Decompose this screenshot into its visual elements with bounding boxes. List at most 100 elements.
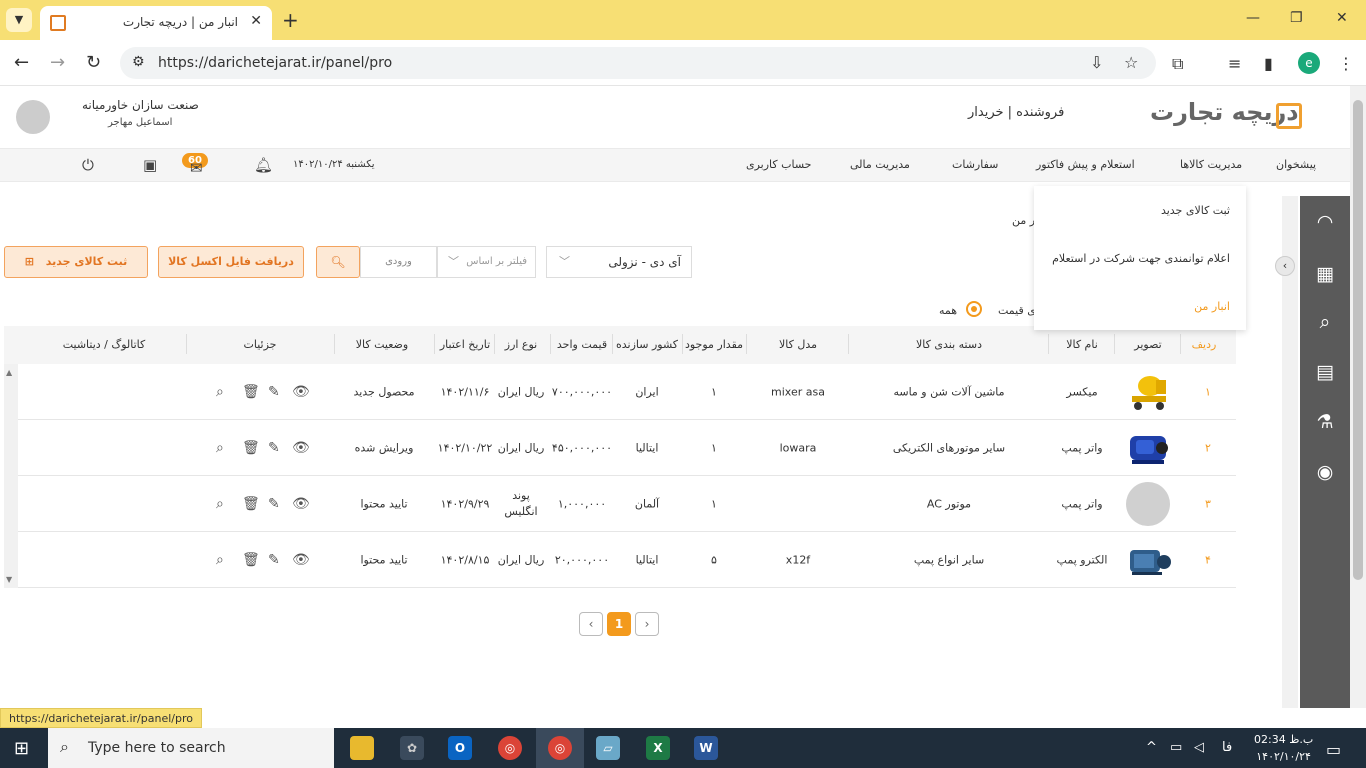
new-product-button[interactable]: ثبت کالای جدید ⊞ xyxy=(4,246,148,278)
inquiry-search-icon[interactable]: ⌕ xyxy=(216,440,224,456)
product-image-water-pump[interactable] xyxy=(1126,428,1172,468)
media-icon[interactable]: ≡ xyxy=(1228,54,1241,73)
scroll-down-icon[interactable]: ▼ xyxy=(6,575,12,584)
file-explorer-icon[interactable] xyxy=(350,736,374,760)
bookmark-star-icon[interactable]: ☆ xyxy=(1124,53,1138,72)
inquiry-icon[interactable]: ⌕ xyxy=(1313,310,1337,334)
power-icon[interactable]: ⏻ xyxy=(82,156,94,174)
view-eye-icon[interactable]: 👁︎ xyxy=(292,440,310,456)
tab-close-icon[interactable]: ✕ xyxy=(250,13,262,29)
dashboard-gauge-icon[interactable]: ◠ xyxy=(1313,210,1337,234)
pagination-prev[interactable]: ‹ xyxy=(579,612,603,636)
profile-avatar[interactable]: e xyxy=(1298,52,1320,74)
chat-icon[interactable]: ▣ xyxy=(143,156,157,174)
inquiry-search-icon[interactable]: ⌕ xyxy=(216,384,224,400)
reload-icon[interactable]: ↻ xyxy=(86,52,101,73)
dropdown-item-new-product[interactable]: ثبت کالای جدید xyxy=(1161,204,1230,217)
edit-icon[interactable]: ✎ xyxy=(268,440,280,456)
filter-select[interactable]: فیلتر بر اساس ﹀ xyxy=(437,246,536,278)
omnibox[interactable]: ⚙ https://darichetejarat.ir/panel/pro ⇩ … xyxy=(120,47,1156,79)
product-expiry: ۱۴۰۲/۹/۲۹ xyxy=(440,497,490,510)
header-divider xyxy=(612,334,613,354)
avatar[interactable] xyxy=(16,100,50,134)
chrome-active-icon[interactable]: ◎ xyxy=(548,736,572,760)
scroll-up-icon[interactable]: ▲ xyxy=(6,368,12,377)
view-eye-icon[interactable]: 👁︎ xyxy=(292,552,310,568)
side-panel-icon[interactable]: ▮ xyxy=(1264,54,1273,73)
menu-finance[interactable]: مدیریت مالی xyxy=(850,158,910,171)
view-eye-icon[interactable]: 👁︎ xyxy=(292,384,310,400)
dropdown-item-my-warehouse[interactable]: انبار من xyxy=(1194,300,1230,313)
menu-dashboard[interactable]: پیشخوان xyxy=(1276,158,1316,171)
site-info-icon[interactable]: ⚙ xyxy=(132,54,145,70)
delete-trash-icon[interactable]: 🗑︎ xyxy=(242,552,260,568)
menu-product-management[interactable]: مدیریت کالاها xyxy=(1180,158,1242,171)
menu-account[interactable]: حساب کاربری xyxy=(746,158,811,171)
table-scrollbar[interactable]: ▲ ▼ xyxy=(4,364,18,588)
inquiry-search-icon[interactable]: ⌕ xyxy=(216,552,224,568)
taskbar-clock[interactable]: ب.ظ 02:34 ۱۴۰۲/۱۰/۲۴ xyxy=(1254,731,1313,765)
sidebar-collapse-icon[interactable]: ‹ xyxy=(1275,256,1295,276)
message-icon[interactable]: ✉ xyxy=(190,159,203,177)
search-button[interactable]: 🔍︎ xyxy=(316,246,360,278)
browser-menu-icon[interactable]: ⋮ xyxy=(1338,54,1354,73)
product-image-electro-pump[interactable] xyxy=(1126,540,1172,580)
browser-tab[interactable]: انبار من | دریچه تجارت ✕ xyxy=(40,6,272,40)
word-icon[interactable]: W xyxy=(694,736,718,760)
notes-icon[interactable]: ▱ xyxy=(596,736,620,760)
windows-start-icon[interactable]: ⊞ xyxy=(14,738,29,759)
edit-icon[interactable]: ✎ xyxy=(268,384,280,400)
volume-icon[interactable]: ◁ xyxy=(1194,740,1204,755)
maximize-icon[interactable]: ❐ xyxy=(1290,10,1303,26)
install-app-icon[interactable]: ⇩ xyxy=(1090,53,1103,72)
edit-icon[interactable]: ✎ xyxy=(268,552,280,568)
excel-download-button[interactable]: دریافت فایل اکسل کالا xyxy=(158,246,304,278)
radio-all-label[interactable]: همه xyxy=(939,304,957,317)
minimize-icon[interactable]: — xyxy=(1246,10,1260,26)
inquiry-search-icon[interactable]: ⌕ xyxy=(216,496,224,512)
back-icon[interactable]: ← xyxy=(14,52,29,73)
chrome-icon[interactable]: ◎ xyxy=(498,736,522,760)
pagination-next[interactable]: › xyxy=(635,612,659,636)
edit-icon[interactable]: ✎ xyxy=(268,496,280,512)
outlook-icon[interactable]: O xyxy=(448,736,472,760)
new-tab-button[interactable]: + xyxy=(282,8,299,32)
finance-icon[interactable]: ⚗ xyxy=(1313,410,1337,434)
radio-all[interactable] xyxy=(966,301,982,317)
excel-icon[interactable]: X xyxy=(646,736,670,760)
url-text[interactable]: https://darichetejarat.ir/panel/pro xyxy=(158,55,392,71)
tab-search-chevron-icon[interactable]: ▼ xyxy=(6,8,32,32)
current-date: یکشنبه ۱۴۰۲/۱۰/۲۴ xyxy=(293,159,375,170)
product-image-placeholder[interactable] xyxy=(1126,482,1170,526)
page-scrollbar-thumb[interactable] xyxy=(1353,100,1363,580)
network-icon[interactable]: ▭ xyxy=(1170,740,1182,755)
paint-icon[interactable]: ✿ xyxy=(400,736,424,760)
language-indicator[interactable]: فا xyxy=(1222,740,1232,755)
notification-center-icon[interactable]: ▭ xyxy=(1326,740,1341,759)
menu-orders[interactable]: سفارشات xyxy=(952,158,998,171)
col-model: مدل کالا xyxy=(778,338,818,351)
window-close-icon[interactable]: ✕ xyxy=(1336,10,1348,26)
page-scrollbar[interactable] xyxy=(1350,86,1366,708)
menu-inquiry[interactable]: استعلام و پیش فاکتور xyxy=(1036,158,1135,171)
product-image-mixer[interactable] xyxy=(1126,372,1172,412)
pagination-page[interactable]: 1 xyxy=(607,612,631,636)
products-grid-icon[interactable]: ▦ xyxy=(1313,262,1337,286)
view-eye-icon[interactable]: 👁︎ xyxy=(292,496,310,512)
forward-icon[interactable]: → xyxy=(50,52,65,73)
site-header: صنعت سازان خاورمیانه اسماعیل مهاجر فروشن… xyxy=(0,86,1350,148)
delete-trash-icon[interactable]: 🗑︎ xyxy=(242,496,260,512)
roles-switch[interactable]: فروشنده | خریدار xyxy=(968,105,1064,120)
tray-chevron-icon[interactable]: ^ xyxy=(1146,740,1157,755)
orders-clipboard-icon[interactable]: ▤ xyxy=(1313,360,1337,384)
delete-trash-icon[interactable]: 🗑︎ xyxy=(242,440,260,456)
account-user-icon[interactable]: ◉ xyxy=(1313,460,1337,484)
sort-select[interactable]: آی دی - نزولی ﹀ xyxy=(546,246,692,278)
search-input[interactable]: ورودی xyxy=(360,246,437,278)
taskbar-search[interactable]: ⌕ Type here to search xyxy=(48,728,334,768)
extensions-icon[interactable]: ⧉ xyxy=(1172,54,1183,74)
dropdown-item-capability[interactable]: اعلام توانمندی جهت شرکت در استعلام xyxy=(1052,252,1230,265)
delete-trash-icon[interactable]: 🗑︎ xyxy=(242,384,260,400)
bell-icon[interactable]: 🔔︎ xyxy=(254,156,273,174)
radio-price-label[interactable]: ی قیمت xyxy=(998,304,1036,317)
